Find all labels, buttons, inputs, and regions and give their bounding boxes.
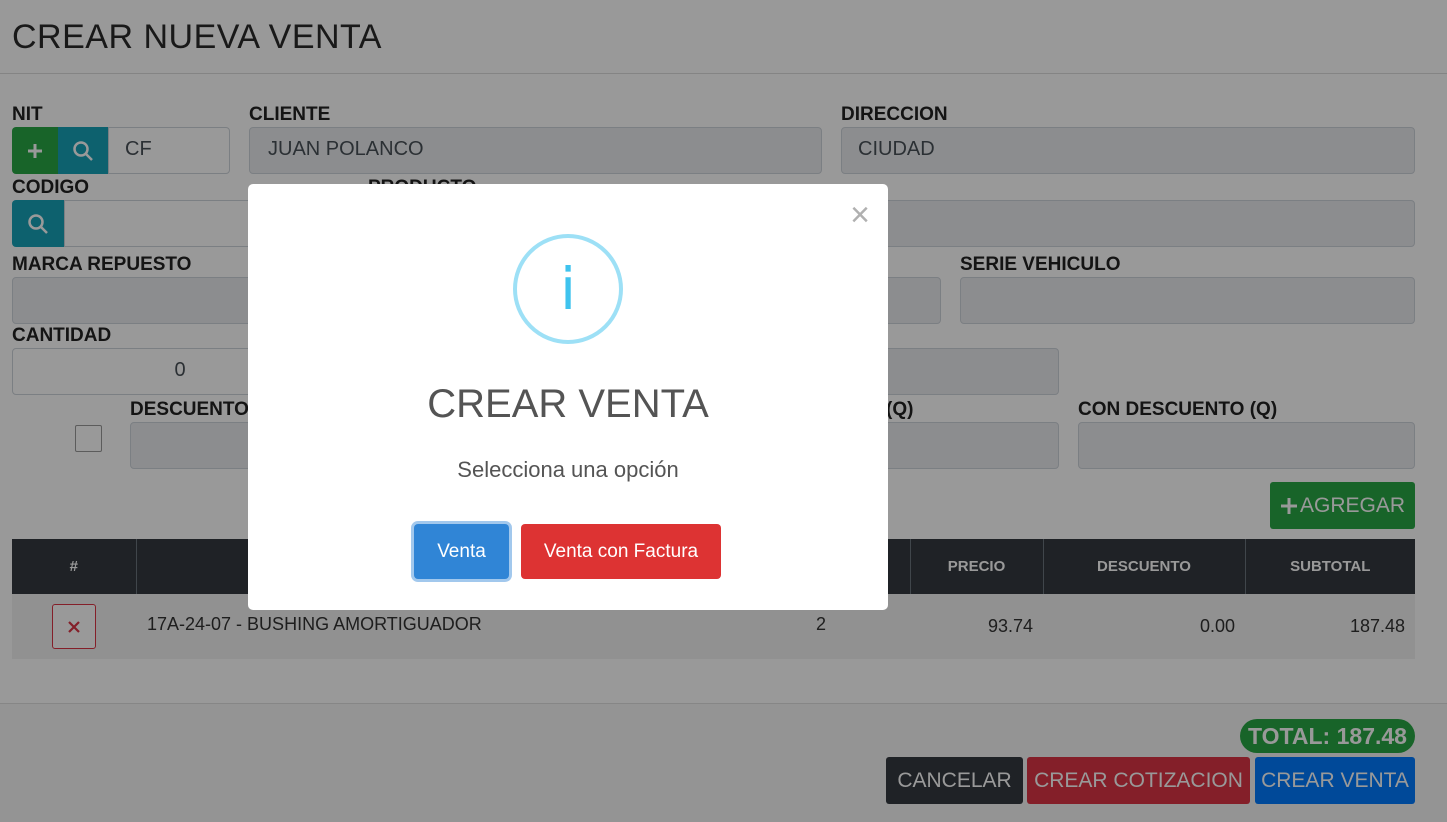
- close-icon[interactable]: ×: [850, 198, 870, 232]
- dialog-message: Selecciona una opción: [457, 457, 679, 482]
- info-icon: i: [513, 234, 623, 344]
- venta-con-factura-button[interactable]: Venta con Factura: [521, 524, 721, 579]
- dialog-title: CREAR VENTA: [427, 382, 709, 426]
- info-icon-glyph: i: [559, 255, 577, 323]
- create-sale-dialog: × i CREAR VENTA Selecciona una opción Ve…: [248, 184, 888, 610]
- venta-button[interactable]: Venta: [414, 524, 509, 579]
